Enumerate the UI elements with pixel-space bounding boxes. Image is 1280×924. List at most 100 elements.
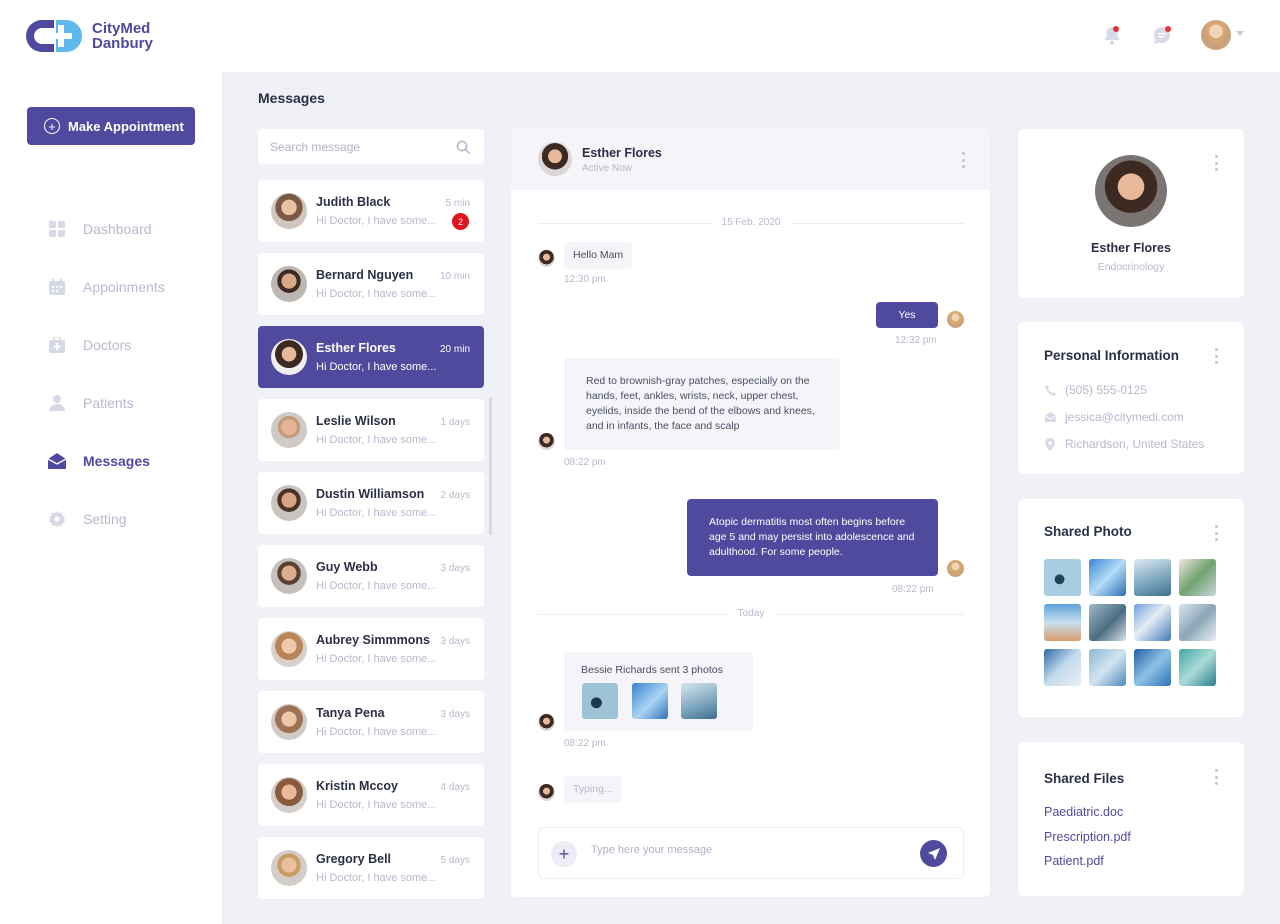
shared-photo[interactable] <box>1044 559 1081 596</box>
shared-photo[interactable] <box>1089 604 1126 641</box>
notification-dot <box>1113 26 1119 32</box>
avatar <box>538 784 555 801</box>
conversation-item[interactable]: Bernard Nguyen Hi Doctor, I have some...… <box>258 253 484 315</box>
shared-photo-thumbnail[interactable] <box>582 683 618 719</box>
conversation-item[interactable]: Aubrey Simmmons Hi Doctor, I have some..… <box>258 618 484 680</box>
message-input[interactable] <box>591 844 891 856</box>
user-avatar[interactable] <box>1201 20 1231 50</box>
shared-photo[interactable] <box>1044 604 1081 641</box>
avatar <box>538 714 555 731</box>
more-options-icon[interactable] <box>1214 525 1218 541</box>
conversation-item-active[interactable]: Esther Flores Hi Doctor, I have some... … <box>258 326 484 388</box>
avatar <box>271 777 307 813</box>
conversation-time: 3 days <box>440 563 470 574</box>
avatar[interactable] <box>538 142 572 176</box>
conversation-list: Judith Black Hi Doctor, I have some... 5… <box>258 180 484 910</box>
send-icon <box>927 847 940 860</box>
message-composer: + <box>538 827 964 879</box>
shared-photo[interactable] <box>1134 649 1171 686</box>
sidebar-item-dashboard[interactable]: Dashboard <box>48 218 165 240</box>
envelope-icon <box>48 452 66 470</box>
brand-logo[interactable]: CityMed Danbury <box>26 20 153 52</box>
shared-photo-thumbnail[interactable] <box>632 683 668 719</box>
more-options-icon[interactable] <box>1214 769 1218 785</box>
bell-icon[interactable] <box>1103 25 1125 47</box>
more-options-icon[interactable] <box>1214 155 1218 171</box>
conversation-name: Judith Black <box>316 195 391 209</box>
date-divider: 15 Feb, 2020 <box>538 217 964 228</box>
conversation-item[interactable]: Judith Black Hi Doctor, I have some... 5… <box>258 180 484 242</box>
location-pin-icon <box>1044 437 1056 451</box>
sidebar: CityMed Danbury + Make Appointment Dashb… <box>0 0 222 924</box>
conversation-item[interactable]: Kristin Mccoy Hi Doctor, I have some... … <box>258 764 484 826</box>
make-appointment-button[interactable]: + Make Appointment <box>27 107 195 145</box>
sidebar-item-doctors[interactable]: Doctors <box>48 334 165 356</box>
conversation-name: Gregory Bell <box>316 852 392 866</box>
more-options-icon[interactable] <box>961 152 965 168</box>
logo-icon <box>26 20 82 52</box>
shared-photo[interactable] <box>1134 559 1171 596</box>
message-time: 12:32 pm <box>895 335 937 346</box>
conversation-name: Kristin Mccoy <box>316 779 398 793</box>
add-attachment-button[interactable]: + <box>551 841 577 867</box>
card-title: Shared Files <box>1044 771 1125 786</box>
conversation-item[interactable]: Dustin Williamson Hi Doctor, I have some… <box>258 472 484 534</box>
message-bubble-photos: Bessie Richards sent 3 photos <box>564 652 753 731</box>
conversation-list-scrollbar[interactable] <box>489 397 492 535</box>
topbar <box>222 0 1280 72</box>
conversation-time: 3 days <box>440 709 470 720</box>
page-title: Messages <box>258 90 325 106</box>
conversation-name: Bernard Nguyen <box>316 268 414 282</box>
shared-photo[interactable] <box>1179 559 1216 596</box>
avatar <box>947 560 964 577</box>
avatar <box>947 311 964 328</box>
conversation-preview: Hi Doctor, I have some... <box>316 580 437 592</box>
conversation-item[interactable]: Guy Webb Hi Doctor, I have some... 3 day… <box>258 545 484 607</box>
photos-message-text: Bessie Richards sent 3 photos <box>581 664 723 676</box>
chat-contact-name: Esther Flores <box>582 146 662 160</box>
conversation-preview: Hi Doctor, I have some... <box>316 653 437 665</box>
shared-file-link[interactable]: Prescription.pdf <box>1044 830 1131 844</box>
sidebar-item-setting[interactable]: Setting <box>48 508 165 530</box>
conversation-item[interactable]: Leslie Wilson Hi Doctor, I have some... … <box>258 399 484 461</box>
conversation-time: 5 min <box>445 198 470 209</box>
sidebar-item-patients[interactable]: Patients <box>48 392 165 414</box>
sidebar-item-appointments[interactable]: Appoinments <box>48 276 165 298</box>
conversation-name: Leslie Wilson <box>316 414 396 428</box>
shared-photo[interactable] <box>1179 604 1216 641</box>
conversation-preview: Hi Doctor, I have some... <box>316 288 437 300</box>
shared-photo[interactable] <box>1089 649 1126 686</box>
send-button[interactable] <box>920 840 947 867</box>
shared-photo[interactable] <box>1179 649 1216 686</box>
today-divider-label: Today <box>727 608 775 619</box>
date-divider-label: 15 Feb, 2020 <box>711 217 791 228</box>
conversation-item[interactable]: Gregory Bell Hi Doctor, I have some... 5… <box>258 837 484 899</box>
conversation-preview: Hi Doctor, I have some... <box>316 799 437 811</box>
card-title: Personal Information <box>1044 348 1180 363</box>
shared-photo-thumbnail[interactable] <box>681 683 717 719</box>
more-options-icon[interactable] <box>1214 348 1218 364</box>
sidebar-item-label: Appoinments <box>83 279 165 295</box>
make-appointment-label: Make Appointment <box>68 118 184 134</box>
avatar <box>271 412 307 448</box>
shared-photo[interactable] <box>1044 649 1081 686</box>
conversation-name: Tanya Pena <box>316 706 385 720</box>
shared-photo[interactable] <box>1134 604 1171 641</box>
sidebar-item-messages[interactable]: Messages <box>48 450 165 472</box>
chevron-down-icon[interactable] <box>1236 31 1244 36</box>
search-icon[interactable] <box>456 140 470 154</box>
conversation-item[interactable]: Tanya Pena Hi Doctor, I have some... 3 d… <box>258 691 484 753</box>
card-title: Shared Photo <box>1044 524 1132 539</box>
shared-file-link[interactable]: Paediatric.doc <box>1044 805 1123 819</box>
shared-photo[interactable] <box>1089 559 1126 596</box>
conversation-preview: Hi Doctor, I have some... <box>316 434 437 446</box>
avatar <box>271 193 307 229</box>
shared-photo-grid <box>1044 559 1216 686</box>
sidebar-item-label: Messages <box>83 453 150 469</box>
chat-bubble-icon[interactable] <box>1152 25 1174 47</box>
chat-header: Esther Flores Active Now <box>511 129 990 190</box>
shared-file-link[interactable]: Patient.pdf <box>1044 854 1104 868</box>
search-input[interactable] <box>270 139 450 154</box>
dashboard-icon <box>48 220 66 238</box>
search-box <box>258 129 484 164</box>
